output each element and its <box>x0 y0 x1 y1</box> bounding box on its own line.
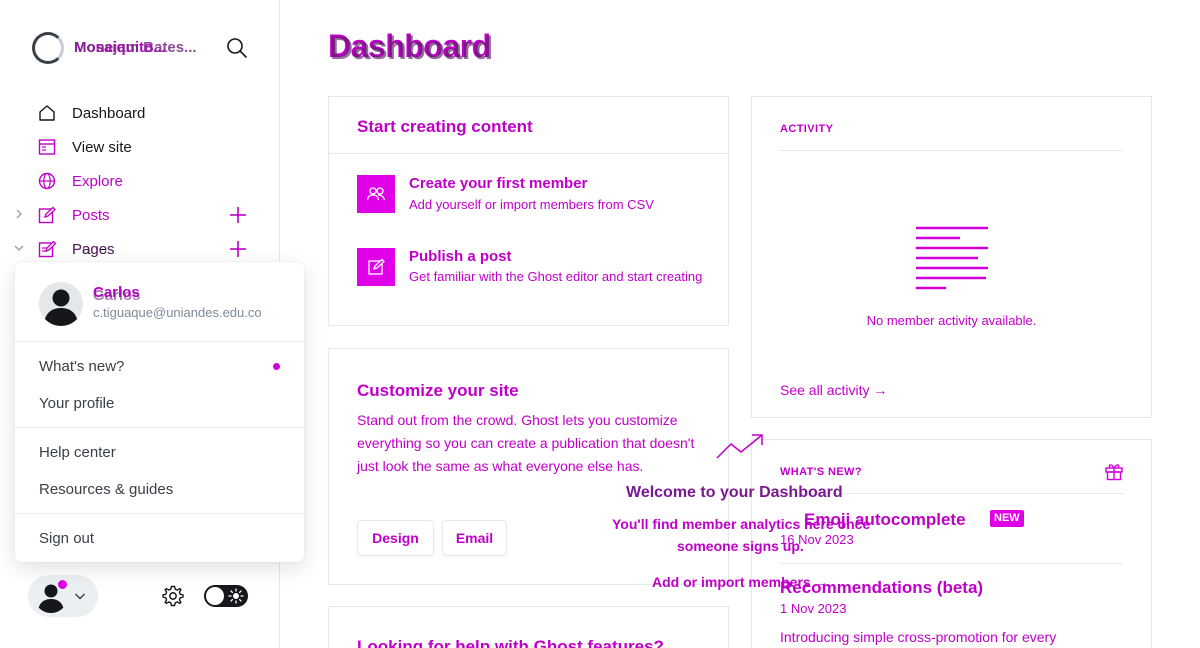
card-divider <box>780 150 1123 151</box>
nav-item-posts[interactable]: Posts <box>0 198 280 232</box>
see-all-activity-link[interactable]: See all activity → <box>780 379 887 401</box>
user-menu-trigger[interactable] <box>28 575 98 617</box>
user-silhouette-icon <box>39 282 83 326</box>
sun-icon <box>228 588 244 604</box>
card-title: Customize your site <box>357 381 519 400</box>
chevron-down-icon <box>75 593 85 600</box>
page-title-ghost: Dashboard <box>330 30 493 66</box>
site-logo-icon <box>32 32 64 64</box>
brand[interactable]: Mosaiquito... Monejam Bates... <box>32 32 204 64</box>
nav-item-explore[interactable]: Explore <box>0 164 280 198</box>
members-icon <box>366 187 386 201</box>
nav-item-label: Dashboard <box>72 104 146 122</box>
start-creating-card: Start creating content Create your first… <box>328 96 729 326</box>
card-body: Stand out from the crowd. Ghost lets you… <box>357 412 695 474</box>
nav-item-dashboard[interactable]: Dashboard <box>0 96 280 130</box>
email-button[interactable]: Email <box>442 520 507 556</box>
nav-item-ghost-label: Pogos <box>72 240 115 258</box>
add-post-icon[interactable] <box>228 205 248 225</box>
whats-new-entry-date: 1 Nov 2023 <box>780 601 847 616</box>
gift-icon[interactable] <box>1104 461 1124 481</box>
menu-item-whats-new[interactable]: What's new? <box>39 358 279 375</box>
notification-dot <box>58 580 67 589</box>
edit-icon <box>368 258 385 275</box>
nav-item-label: Posts <box>72 206 110 224</box>
welcome-line-1: You'll find member analytics here once <box>612 516 871 532</box>
avatar <box>39 282 83 326</box>
welcome-line-2: someone signs up. <box>677 538 804 554</box>
card-divider <box>329 153 728 154</box>
menu-divider <box>15 427 304 428</box>
welcome-title: Welcome to your Dashboard <box>626 484 843 501</box>
members-task-icon[interactable] <box>357 175 395 213</box>
user-dropdown-menu: Carlos Garlos c.tiguaque@uniandes.edu.co… <box>15 262 304 562</box>
trend-up-icon <box>716 434 763 459</box>
main-nav: Dashboard View site Explore Posts Pages … <box>0 96 280 266</box>
activity-header: ACTIVITY <box>780 123 834 135</box>
dark-mode-toggle[interactable] <box>204 585 248 607</box>
chevron-down-icon[interactable] <box>14 243 24 253</box>
home-icon <box>39 105 55 121</box>
task-subtitle: Add yourself or import members from CSV <box>409 197 654 212</box>
site-name-ghost-text: Monejam Bates... <box>74 39 197 56</box>
toggle-knob <box>206 587 224 605</box>
whats-new-entry-excerpt: Introducing simple cross-promotion for e… <box>780 629 1057 645</box>
edit-icon <box>38 206 56 224</box>
nav-item-label: Pages Pogos <box>72 240 115 258</box>
menu-item-your-profile[interactable]: Your profile <box>39 395 279 412</box>
chevron-right-icon[interactable] <box>14 209 24 219</box>
page-title: Dashboard Dashboard <box>328 28 493 66</box>
nav-item-pages[interactable]: Pages Pogos <box>0 232 280 266</box>
new-badge: NEW <box>990 510 1024 527</box>
help-card: Looking for help with Ghost features? <box>328 606 729 648</box>
empty-activity-text: No member activity available. <box>866 313 1037 328</box>
card-title: Looking for help with Ghost features? <box>357 637 664 648</box>
nav-item-label: Explore <box>72 172 123 190</box>
menu-user-header: Carlos Garlos c.tiguaque@uniandes.edu.co <box>15 262 304 342</box>
entry-divider <box>780 563 1123 564</box>
task-subtitle: Get familiar with the Ghost editor and s… <box>409 269 703 284</box>
menu-divider <box>15 513 304 514</box>
user-name-ghost: Garlos <box>93 287 141 304</box>
search-icon[interactable] <box>226 37 248 59</box>
design-button[interactable]: Design <box>357 520 434 556</box>
menu-item-resources[interactable]: Resources & guides <box>39 481 279 498</box>
menu-item-help-center[interactable]: Help center <box>39 444 279 461</box>
activity-card: ACTIVITY No member activity available. S… <box>751 96 1152 418</box>
whats-new-card: WHAT'S NEW? Emoji autocomplete NEW 16 No… <box>751 439 1152 648</box>
post-task-icon[interactable] <box>357 248 395 286</box>
add-page-icon[interactable] <box>228 239 248 259</box>
browser-icon <box>38 139 56 155</box>
customize-site-card: Customize your site Stand out from the c… <box>328 348 729 585</box>
gear-icon[interactable] <box>161 584 185 608</box>
menu-item-sign-out[interactable]: Sign out <box>39 530 279 547</box>
empty-list-icon <box>916 226 988 290</box>
user-name: Carlos Garlos <box>93 284 141 304</box>
globe-icon <box>38 172 56 190</box>
site-name: Mosaiquito... Monejam Bates... <box>74 38 204 58</box>
pages-icon <box>38 240 56 258</box>
card-title: Start creating content <box>357 117 533 136</box>
add-import-members-link[interactable]: Add or import members → <box>652 574 829 590</box>
user-email: c.tiguaque@uniandes.edu.co <box>93 305 262 320</box>
nav-item-label: View site <box>72 138 132 156</box>
task-title-publish-post[interactable]: Publish a post <box>409 248 512 265</box>
whats-new-header: WHAT'S NEW? <box>780 466 862 478</box>
new-indicator-dot <box>273 363 280 370</box>
nav-item-view-site[interactable]: View site <box>0 130 280 164</box>
task-title-create-member[interactable]: Create your first member <box>409 175 587 192</box>
